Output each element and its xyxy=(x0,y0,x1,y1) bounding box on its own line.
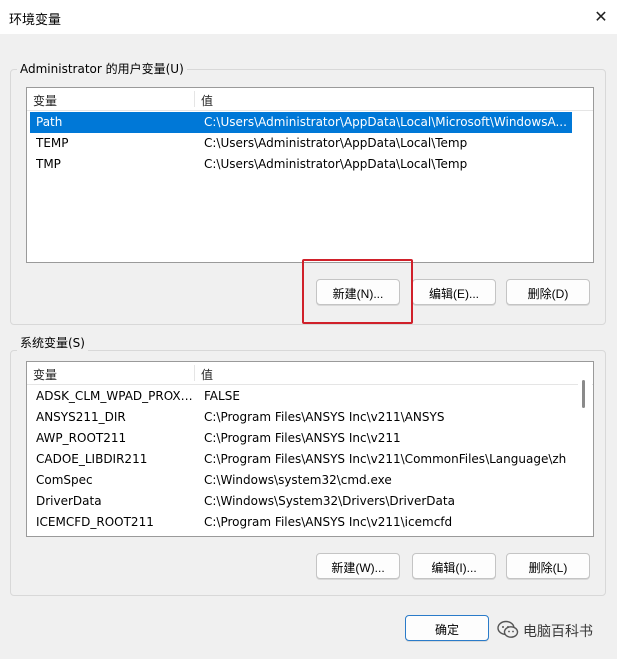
list-header: 变量 值 xyxy=(27,88,593,111)
window-title: 环境变量 xyxy=(9,13,62,28)
variable-value-cell: C:\Users\Administrator\AppData\Local\Tem… xyxy=(204,136,468,150)
variable-value-cell: C:\Program Files\ANSYS Inc\v211\icemcfd xyxy=(204,515,453,529)
column-header-value[interactable]: 值 xyxy=(201,366,213,383)
user-vars-list[interactable]: 变量 值 Path C:\Users\Administrator\AppData\… xyxy=(26,87,594,263)
variable-value-cell: C:\Program Files\ANSYS Inc\v211 xyxy=(204,431,401,445)
column-header-value[interactable]: 值 xyxy=(201,92,213,109)
variable-value-cell: C:\Users\Administrator\AppData\Local\Mic… xyxy=(204,115,567,129)
variable-name-cell: ComSpec xyxy=(36,473,93,487)
table-row[interactable]: DriverData C:\Windows\System32\Drivers\Dr… xyxy=(30,491,576,512)
variable-name-cell: TEMP xyxy=(36,136,69,150)
table-row[interactable]: ANSYS211_DIR C:\Program Files\ANSYS Inc\v… xyxy=(30,407,576,428)
scrollbar-thumb[interactable] xyxy=(582,380,585,408)
user-new-button[interactable]: 新建(N)... xyxy=(316,279,400,305)
variable-name-cell: DriverData xyxy=(36,494,102,508)
user-vars-label: Administrator 的用户变量(U) xyxy=(17,60,187,77)
variable-value-cell: C:\Users\Administrator\AppData\Local\Tem… xyxy=(204,157,468,171)
variable-value-cell: FALSE xyxy=(204,389,240,403)
system-delete-button[interactable]: 删除(L) xyxy=(506,553,590,579)
table-row[interactable]: TMP C:\Users\Administrator\AppData\Local\… xyxy=(30,154,572,175)
user-edit-button[interactable]: 编辑(E)... xyxy=(412,279,496,305)
system-edit-button[interactable]: 编辑(I)... xyxy=(412,553,496,579)
column-separator[interactable] xyxy=(194,365,195,381)
user-delete-button[interactable]: 删除(D) xyxy=(506,279,590,305)
system-vars-list[interactable]: 变量 值 ADSK_CLM_WPAD_PROXY... FALSE ANSYS211… xyxy=(26,361,594,537)
variable-value-cell: C:\Windows\system32\cmd.exe xyxy=(204,473,392,487)
vertical-scrollbar[interactable] xyxy=(578,376,592,534)
table-row[interactable]: CADOE_LIBDIR211 C:\Program Files\ANSYS In… xyxy=(30,449,576,470)
table-row[interactable]: ComSpec C:\Windows\system32\cmd.exe xyxy=(30,470,576,491)
watermark: 电脑百科书 xyxy=(497,618,607,644)
variable-name-cell: ANSYS211_DIR xyxy=(36,410,126,424)
table-row[interactable]: TEMP C:\Users\Administrator\AppData\Local… xyxy=(30,133,572,154)
column-separator[interactable] xyxy=(194,91,195,107)
variable-name-cell: Path xyxy=(36,115,63,129)
list-header: 变量 值 xyxy=(27,362,593,385)
table-row[interactable]: ADSK_CLM_WPAD_PROXY... FALSE xyxy=(30,386,576,407)
ok-button[interactable]: 确定 xyxy=(405,615,489,641)
variable-name-cell: AWP_ROOT211 xyxy=(36,431,127,445)
variable-name-cell: TMP xyxy=(36,157,61,171)
variable-name-cell: ICEMCFD_ROOT211 xyxy=(36,515,154,529)
system-new-button[interactable]: 新建(W)... xyxy=(316,553,400,579)
variable-value-cell: C:\Windows\System32\Drivers\DriverData xyxy=(204,494,455,508)
column-header-variable[interactable]: 变量 xyxy=(33,366,57,383)
table-row[interactable]: Path C:\Users\Administrator\AppData\Local… xyxy=(30,112,572,133)
variable-value-cell: C:\Program Files\ANSYS Inc\v211\CommonFi… xyxy=(204,452,567,466)
table-row[interactable]: AWP_ROOT211 C:\Program Files\ANSYS Inc\v2… xyxy=(30,428,576,449)
title-bar: 环境变量 ✕ xyxy=(0,0,617,34)
wechat-icon xyxy=(497,620,519,640)
variable-name-cell: ADSK_CLM_WPAD_PROXY... xyxy=(36,389,194,403)
column-header-variable[interactable]: 变量 xyxy=(33,92,57,109)
watermark-text: 电脑百科书 xyxy=(523,624,593,640)
variable-name-cell: CADOE_LIBDIR211 xyxy=(36,452,148,466)
table-row[interactable]: ICEMCFD_ROOT211 C:\Program Files\ANSYS In… xyxy=(30,512,576,533)
variable-value-cell: C:\Program Files\ANSYS Inc\v211\ANSYS xyxy=(204,410,445,424)
system-vars-label: 系统变量(S) xyxy=(17,334,88,351)
close-icon[interactable]: ✕ xyxy=(588,6,614,28)
